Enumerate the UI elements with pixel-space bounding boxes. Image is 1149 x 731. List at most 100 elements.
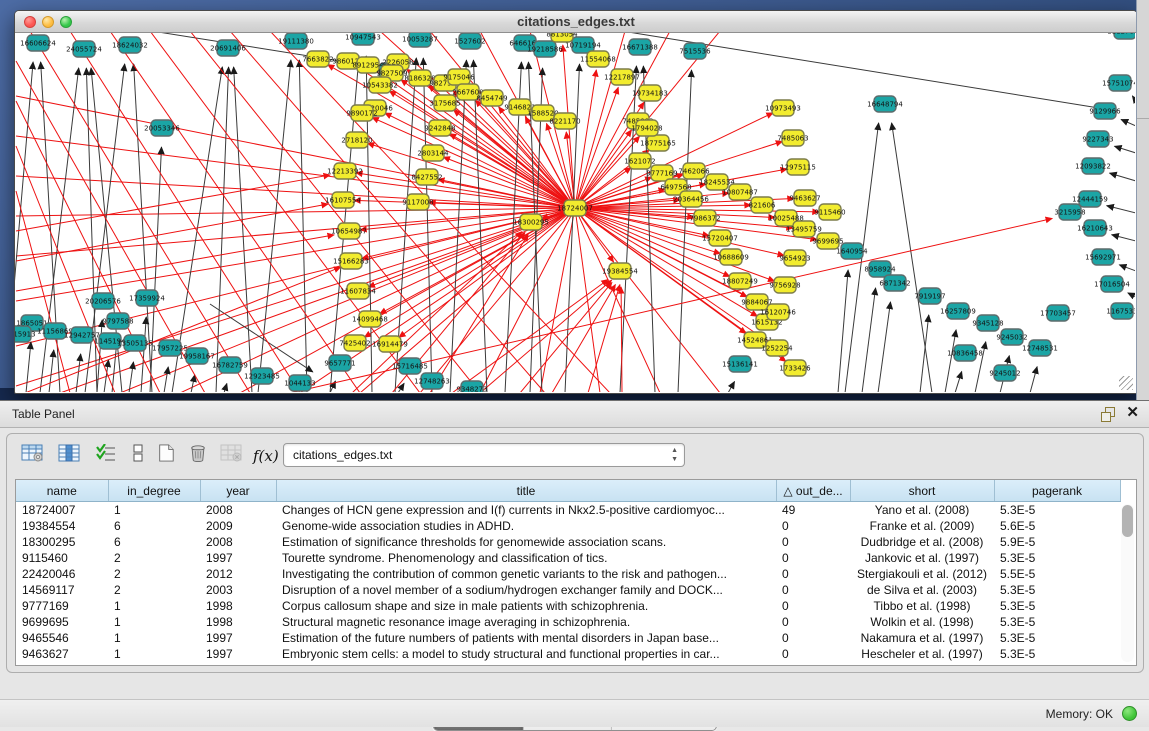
table-cell[interactable]: 14569117 bbox=[16, 582, 108, 598]
table-cell[interactable]: 0 bbox=[776, 598, 850, 614]
table-cell[interactable]: Genome-wide association studies in ADHD. bbox=[276, 518, 776, 534]
table-cell[interactable]: 0 bbox=[776, 534, 850, 550]
table-cell[interactable]: 2 bbox=[108, 550, 200, 566]
table-cell[interactable]: Embryonic stem cells: a model to study s… bbox=[276, 646, 776, 662]
network-window-titlebar[interactable]: citations_edges.txt bbox=[15, 11, 1137, 33]
table-cell[interactable]: 6 bbox=[108, 534, 200, 550]
table-cell[interactable]: Estimation of the future numbers of pati… bbox=[276, 630, 776, 646]
table-cell[interactable]: de Silva et al. (2003) bbox=[850, 582, 994, 598]
column-chooser-icon[interactable] bbox=[58, 444, 84, 470]
table-header-row[interactable]: namein_degreeyeartitle△ out_de...shortpa… bbox=[16, 480, 1120, 502]
node-table[interactable]: namein_degreeyeartitle△ out_de...shortpa… bbox=[15, 479, 1137, 666]
network-canvas[interactable]: 1660662424055724186240322069140619111380… bbox=[15, 33, 1135, 392]
new-table-icon[interactable] bbox=[155, 444, 181, 470]
table-cell[interactable]: Estimation of significance thresholds fo… bbox=[276, 534, 776, 550]
table-cell[interactable]: 2009 bbox=[200, 518, 276, 534]
table-row[interactable]: 946362711997Embryonic stem cells: a mode… bbox=[16, 646, 1120, 662]
table-row[interactable]: 911546021997Tourette syndrome. Phenomeno… bbox=[16, 550, 1120, 566]
table-cell[interactable]: Corpus callosum shape and size in male p… bbox=[276, 598, 776, 614]
table-row[interactable]: 1938455462009Genome-wide association stu… bbox=[16, 518, 1120, 534]
table-cell[interactable]: 1 bbox=[108, 502, 200, 519]
table-cell[interactable]: 1998 bbox=[200, 614, 276, 630]
table-cell[interactable]: 9465546 bbox=[16, 630, 108, 646]
table-cell[interactable]: 1 bbox=[108, 614, 200, 630]
column-header-short[interactable]: short bbox=[850, 480, 994, 502]
table-cell[interactable]: 5.3E-5 bbox=[994, 550, 1120, 566]
table-select-dropdown[interactable]: citations_edges.txt ▲▼ bbox=[283, 443, 685, 467]
table-cell[interactable]: 0 bbox=[776, 614, 850, 630]
close-panel-icon[interactable]: ✕ bbox=[1126, 404, 1139, 422]
table-cell[interactable]: Jankovic et al. (1997) bbox=[850, 550, 994, 566]
table-cell[interactable]: 2 bbox=[108, 582, 200, 598]
table-scrollbar-thumb[interactable] bbox=[1122, 505, 1133, 537]
table-cell[interactable]: 9115460 bbox=[16, 550, 108, 566]
table-cell[interactable]: 5.5E-5 bbox=[994, 566, 1120, 582]
table-cell[interactable]: 0 bbox=[776, 630, 850, 646]
table-cell[interactable]: 1997 bbox=[200, 630, 276, 646]
table-cell[interactable]: 2 bbox=[108, 566, 200, 582]
table-cell[interactable]: 22420046 bbox=[16, 566, 108, 582]
table-cell[interactable]: Disruption of a novel member of a sodium… bbox=[276, 582, 776, 598]
column-header-title[interactable]: title bbox=[276, 480, 776, 502]
table-cell[interactable]: 2008 bbox=[200, 502, 276, 519]
table-row[interactable]: 1830029562008Estimation of significance … bbox=[16, 534, 1120, 550]
network-window[interactable]: citations_edges.txt 16606624240557241862… bbox=[14, 10, 1138, 394]
table-cell[interactable]: Changes of HCN gene expression and I(f) … bbox=[276, 502, 776, 519]
table-cell[interactable]: 2003 bbox=[200, 582, 276, 598]
table-cell[interactable]: 2008 bbox=[200, 534, 276, 550]
table-cell[interactable]: 1998 bbox=[200, 598, 276, 614]
table-cell[interactable]: 1 bbox=[108, 646, 200, 662]
table-cell[interactable]: 9777169 bbox=[16, 598, 108, 614]
table-cell[interactable]: 0 bbox=[776, 646, 850, 662]
table-row[interactable]: 969969511998Structural magnetic resonanc… bbox=[16, 614, 1120, 630]
float-panel-icon[interactable] bbox=[1101, 407, 1115, 421]
table-cell[interactable]: 5.9E-5 bbox=[994, 534, 1120, 550]
table-cell[interactable]: 5.3E-5 bbox=[994, 614, 1120, 630]
table-cell[interactable]: 0 bbox=[776, 518, 850, 534]
table-cell[interactable]: 1997 bbox=[200, 550, 276, 566]
table-cell[interactable]: 2012 bbox=[200, 566, 276, 582]
table-cell[interactable]: Franke et al. (2009) bbox=[850, 518, 994, 534]
table-cell[interactable]: 5.6E-5 bbox=[994, 518, 1120, 534]
table-cell[interactable]: 0 bbox=[776, 550, 850, 566]
node-table-grid[interactable]: namein_degreeyeartitle△ out_de...shortpa… bbox=[16, 480, 1121, 662]
table-row[interactable]: 1456911722003Disruption of a novel membe… bbox=[16, 582, 1120, 598]
memory-ok-indicator-icon[interactable] bbox=[1122, 706, 1137, 721]
table-cell[interactable]: Structural magnetic resonance image aver… bbox=[276, 614, 776, 630]
column-header-name[interactable]: name bbox=[16, 480, 108, 502]
table-cell[interactable]: 1997 bbox=[200, 646, 276, 662]
table-settings-icon[interactable] bbox=[21, 444, 47, 470]
delete-table-icon[interactable] bbox=[187, 444, 213, 470]
column-header-in_degree[interactable]: in_degree bbox=[108, 480, 200, 502]
table-cell[interactable]: Tibbo et al. (1998) bbox=[850, 598, 994, 614]
table-cell[interactable]: 6 bbox=[108, 518, 200, 534]
table-cell[interactable]: Tourette syndrome. Phenomenology and cla… bbox=[276, 550, 776, 566]
table-cell[interactable]: Wolkin et al. (1998) bbox=[850, 614, 994, 630]
table-cell[interactable]: 5.3E-5 bbox=[994, 502, 1120, 519]
table-cell[interactable]: 5.3E-5 bbox=[994, 598, 1120, 614]
column-header-pagerank[interactable]: pagerank bbox=[994, 480, 1120, 502]
table-cell[interactable]: 19384554 bbox=[16, 518, 108, 534]
table-cell[interactable]: 0 bbox=[776, 582, 850, 598]
table-row[interactable]: 2242004622012Investigating the contribut… bbox=[16, 566, 1120, 582]
table-cell[interactable]: 18724007 bbox=[16, 502, 108, 519]
table-cell[interactable]: Yano et al. (2008) bbox=[850, 502, 994, 519]
table-cell[interactable]: 1 bbox=[108, 598, 200, 614]
table-cell[interactable]: Dudbridge et al. (2008) bbox=[850, 534, 994, 550]
table-scrollbar[interactable] bbox=[1121, 504, 1134, 662]
table-cell[interactable]: 1 bbox=[108, 630, 200, 646]
function-builder-icon[interactable]: f(x) bbox=[253, 444, 279, 470]
table-row[interactable]: 946554611997Estimation of the future num… bbox=[16, 630, 1120, 646]
table-cell[interactable]: 9699695 bbox=[16, 614, 108, 630]
table-cell[interactable]: 5.3E-5 bbox=[994, 646, 1120, 662]
table-cell[interactable]: 49 bbox=[776, 502, 850, 519]
row-height-icon[interactable] bbox=[127, 444, 153, 470]
table-cell[interactable]: Hescheler et al. (1997) bbox=[850, 646, 994, 662]
table-row[interactable]: 977716911998Corpus callosum shape and si… bbox=[16, 598, 1120, 614]
window-resize-grip[interactable] bbox=[1119, 376, 1133, 390]
table-cell[interactable]: 5.3E-5 bbox=[994, 582, 1120, 598]
table-row[interactable]: 1872400712008Changes of HCN gene express… bbox=[16, 502, 1120, 519]
table-cell[interactable]: 18300295 bbox=[16, 534, 108, 550]
table-cell[interactable]: Investigating the contribution of common… bbox=[276, 566, 776, 582]
table-cell[interactable]: Nakamura et al. (1997) bbox=[850, 630, 994, 646]
